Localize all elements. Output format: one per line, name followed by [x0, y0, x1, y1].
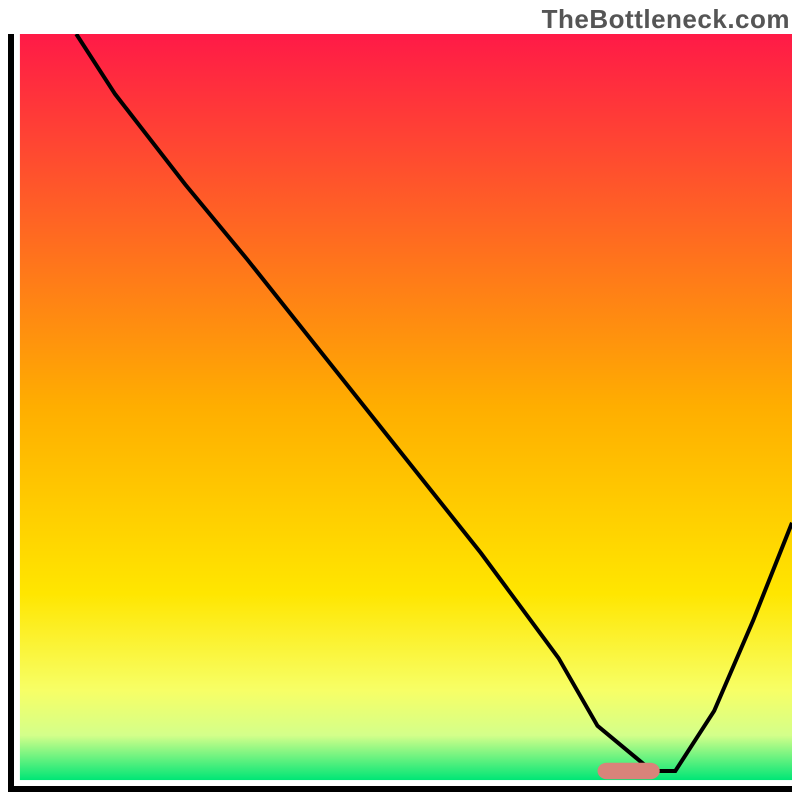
plot-area — [8, 34, 792, 792]
watermark-text: TheBottleneck.com — [542, 4, 790, 35]
gradient-background — [20, 34, 792, 780]
chart-frame — [8, 34, 792, 792]
optimal-marker — [598, 763, 660, 780]
chart-svg — [14, 34, 792, 786]
